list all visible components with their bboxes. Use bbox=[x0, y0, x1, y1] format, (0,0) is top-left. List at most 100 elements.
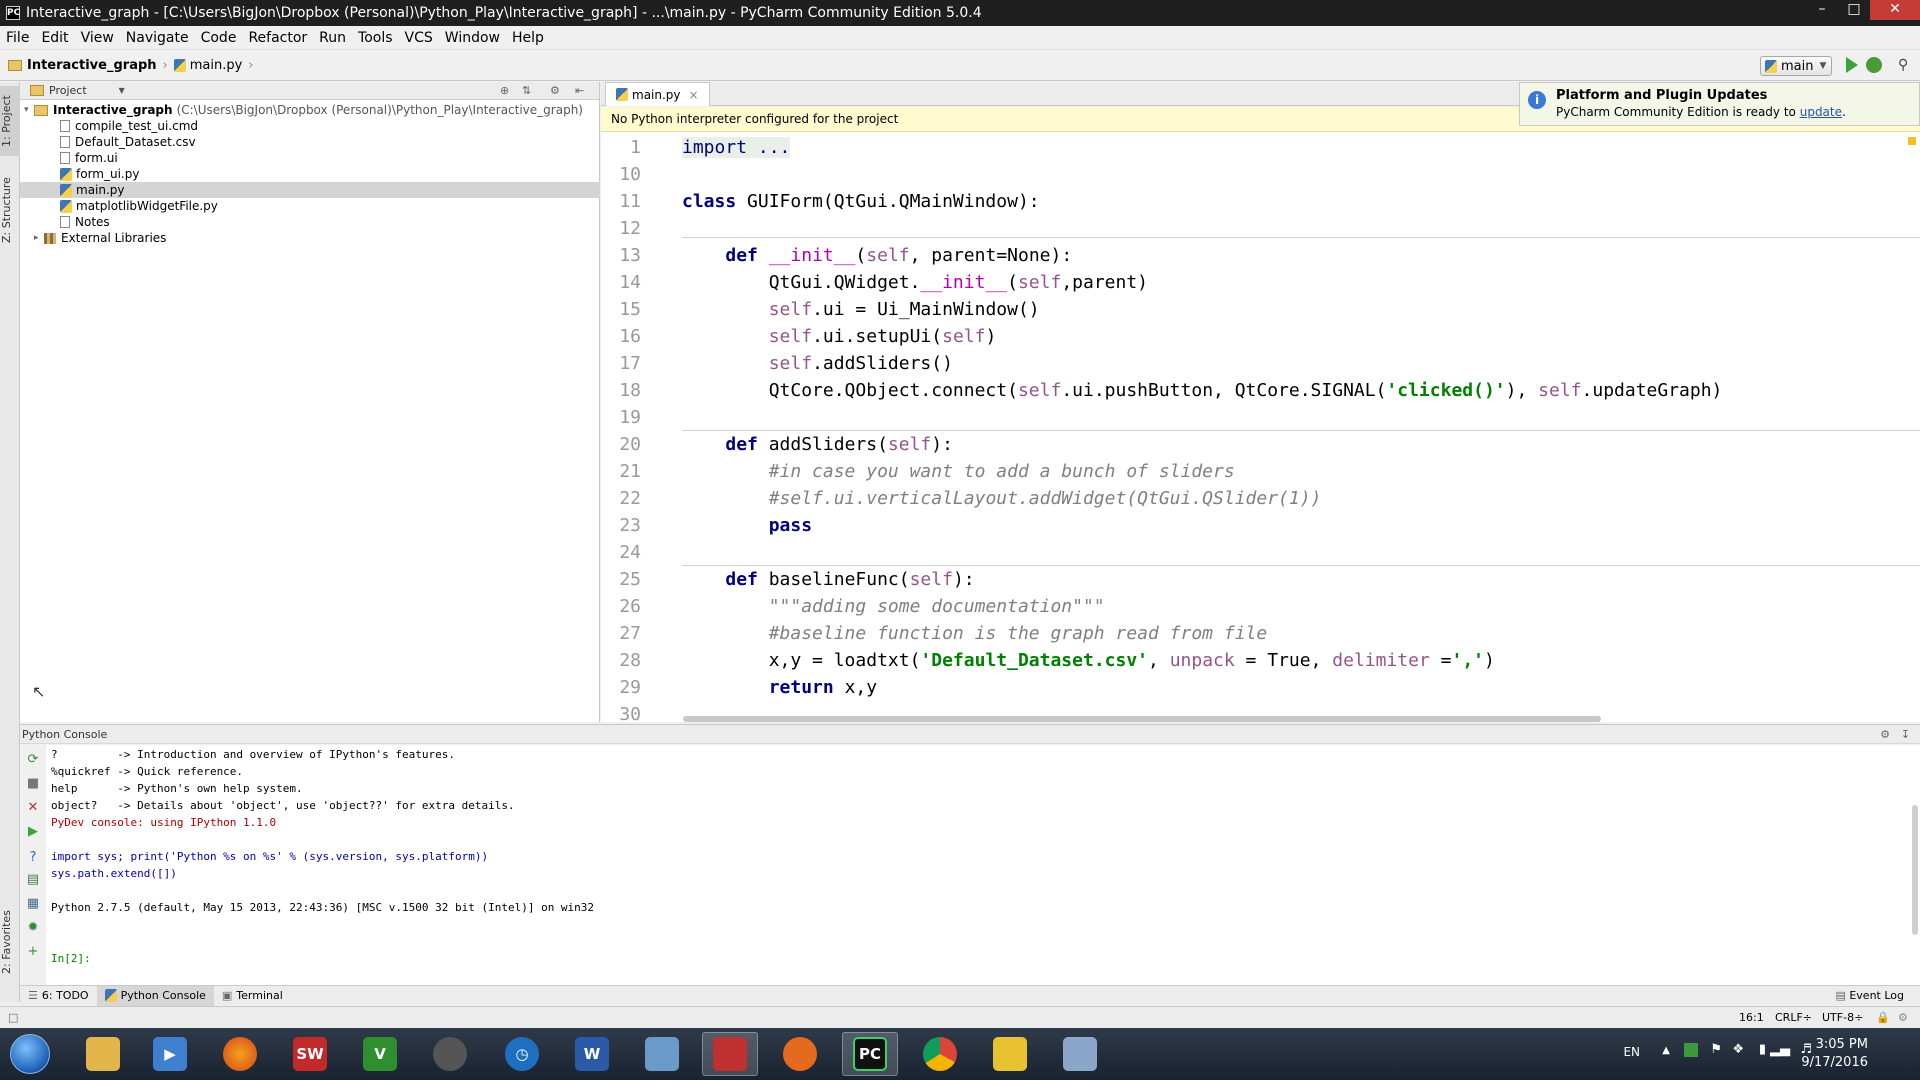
tab-structure[interactable]: Z: Structure bbox=[0, 170, 20, 250]
help-icon[interactable]: ? bbox=[26, 851, 40, 865]
tab-favorites[interactable]: 2: Favorites bbox=[0, 902, 20, 982]
menu-code[interactable]: Code bbox=[195, 30, 243, 46]
collapse-arrow-icon[interactable]: ▾ bbox=[24, 105, 34, 115]
breadcrumb-project[interactable]: Interactive_graph bbox=[27, 58, 157, 73]
horizontal-scrollbar[interactable] bbox=[683, 716, 1601, 722]
close-icon[interactable]: ✕ bbox=[26, 801, 40, 815]
add-icon[interactable]: + bbox=[26, 945, 40, 959]
sync-icon[interactable]: ⊕ bbox=[500, 84, 509, 97]
tree-item-file-selected[interactable]: main.py bbox=[20, 182, 600, 198]
update-notification[interactable]: i Platform and Plugin Updates PyCharm Co… bbox=[1519, 82, 1920, 126]
expand-arrow-icon[interactable]: ▸ bbox=[34, 233, 44, 243]
firefox-button[interactable] bbox=[212, 1032, 268, 1076]
pdf-button[interactable] bbox=[702, 1032, 758, 1076]
lock-icon[interactable]: 🔒 bbox=[1876, 1011, 1890, 1024]
pycharm-app-icon: PC bbox=[6, 6, 21, 20]
start-button[interactable] bbox=[10, 1034, 50, 1074]
console-prompt[interactable]: In[2]: bbox=[51, 952, 91, 965]
event-log-button[interactable]: ▤ Event Log bbox=[1835, 989, 1904, 1002]
line-number: 23 bbox=[619, 515, 641, 536]
explorer-button[interactable] bbox=[75, 1032, 131, 1076]
calculator-button[interactable] bbox=[1052, 1032, 1108, 1076]
settings-icon[interactable]: ▦ bbox=[26, 897, 40, 911]
menu-refactor[interactable]: Refactor bbox=[242, 30, 313, 46]
line-number: 12 bbox=[619, 218, 641, 239]
stop-icon[interactable]: ■ bbox=[26, 777, 40, 791]
variables-icon[interactable]: ▤ bbox=[26, 873, 40, 887]
tree-root[interactable]: ▾ Interactive_graph (C:\Users\BigJon\Dro… bbox=[24, 102, 583, 118]
console-line: PyDev console: using IPython 1.1.0 bbox=[51, 816, 277, 829]
close-button[interactable]: ✕ bbox=[1870, 0, 1920, 20]
media-player-button[interactable]: ▶ bbox=[142, 1032, 198, 1076]
menu-file[interactable]: File bbox=[0, 30, 35, 46]
debug-icon[interactable]: ✹ bbox=[26, 921, 40, 935]
maximize-button[interactable]: □ bbox=[1838, 0, 1870, 20]
menu-edit[interactable]: Edit bbox=[35, 30, 74, 46]
tree-item-file[interactable]: Default_Dataset.csv bbox=[60, 134, 196, 150]
breadcrumb-file[interactable]: main.py bbox=[190, 58, 243, 73]
tab-python-console[interactable]: Python Console bbox=[96, 985, 214, 1006]
debug-icon[interactable] bbox=[1866, 57, 1882, 73]
network-icon[interactable]: ▂▄ bbox=[1770, 1042, 1790, 1057]
tab-main-py[interactable]: main.py × bbox=[605, 82, 710, 106]
tree-item-file[interactable]: form.ui bbox=[60, 150, 118, 166]
tree-item-label: main.py bbox=[76, 183, 125, 197]
run-configuration-select[interactable]: main ▼ bbox=[1760, 56, 1832, 76]
image-icon bbox=[645, 1037, 679, 1071]
chrome-button[interactable] bbox=[912, 1032, 968, 1076]
tab-todo[interactable]: ☰ 6: TODO bbox=[20, 986, 97, 1006]
ubuntu-button[interactable] bbox=[772, 1032, 828, 1076]
inspector-icon[interactable]: ⚙ bbox=[1898, 1011, 1908, 1024]
solidworks-button[interactable]: SW bbox=[282, 1032, 338, 1076]
tree-external-libraries[interactable]: ▸ External Libraries bbox=[34, 230, 166, 246]
menu-help[interactable]: Help bbox=[506, 30, 550, 46]
caret-position[interactable]: 16:1 bbox=[1739, 1011, 1764, 1024]
gear-icon[interactable]: ⚙ bbox=[1880, 728, 1890, 741]
clock-app-button[interactable]: ◷ bbox=[494, 1032, 550, 1076]
menu-window[interactable]: Window bbox=[439, 30, 506, 46]
tray-app-icon[interactable] bbox=[1684, 1043, 1698, 1057]
tab-terminal[interactable]: ▣ Terminal bbox=[214, 986, 291, 1006]
collapse-icon[interactable]: ⇅ bbox=[522, 84, 531, 97]
minimize-button[interactable]: – bbox=[1806, 0, 1838, 20]
menu-navigate[interactable]: Navigate bbox=[120, 30, 195, 46]
image-viewer-button[interactable] bbox=[634, 1032, 690, 1076]
tree-item-file[interactable]: matplotlibWidgetFile.py bbox=[60, 198, 218, 214]
menu-tools[interactable]: Tools bbox=[352, 30, 399, 46]
pycharm-button[interactable]: PC bbox=[842, 1032, 898, 1076]
close-tab-icon[interactable]: × bbox=[689, 88, 699, 102]
hide-panel-icon[interactable]: ⇤ bbox=[575, 84, 584, 97]
tab-project[interactable]: 1: Project bbox=[0, 86, 20, 156]
tree-item-file[interactable]: Notes bbox=[60, 214, 110, 230]
dropbox-icon[interactable]: ❖ bbox=[1732, 1042, 1744, 1057]
hide-panel-icon[interactable]: ↧ bbox=[1901, 728, 1910, 741]
python-console[interactable]: ? -> Introduction and overview of IPytho… bbox=[46, 745, 1920, 985]
idea-button[interactable] bbox=[982, 1032, 1038, 1076]
battery-icon[interactable]: ▮ bbox=[1759, 1042, 1766, 1057]
tool-windows-icon[interactable]: □ bbox=[8, 1011, 18, 1024]
word-button[interactable]: W bbox=[564, 1032, 620, 1076]
flag-icon[interactable]: ⚑ bbox=[1710, 1042, 1722, 1057]
update-link[interactable]: update bbox=[1800, 105, 1842, 119]
app-button[interactable] bbox=[422, 1032, 478, 1076]
tray-expand-icon[interactable]: ▲ bbox=[1662, 1045, 1670, 1056]
execute-icon[interactable]: ▶ bbox=[26, 825, 40, 839]
language-indicator[interactable]: EN bbox=[1623, 1045, 1640, 1059]
search-icon[interactable]: ⚲ bbox=[1898, 57, 1914, 73]
system-clock[interactable]: 3:05 PM 9/17/2016 bbox=[1801, 1036, 1868, 1072]
vim-button[interactable]: V bbox=[352, 1032, 408, 1076]
menu-vcs[interactable]: VCS bbox=[399, 30, 439, 46]
gear-icon[interactable]: ⚙ bbox=[550, 84, 560, 97]
menu-view[interactable]: View bbox=[75, 30, 120, 46]
project-view-select[interactable]: Project bbox=[49, 84, 87, 97]
menu-run[interactable]: Run bbox=[313, 30, 352, 46]
rerun-icon[interactable]: ⟳ bbox=[26, 753, 40, 767]
code-editor[interactable]: 1 10 11 12 13 14 15 16 17 18 19 20 21 22… bbox=[601, 132, 1920, 722]
tree-item-file[interactable]: compile_test_ui.cmd bbox=[60, 118, 198, 134]
console-scrollbar[interactable] bbox=[1912, 805, 1918, 935]
tree-item-file[interactable]: form_ui.py bbox=[60, 166, 139, 182]
line-separator[interactable]: CRLF÷ bbox=[1775, 1011, 1812, 1024]
run-icon[interactable] bbox=[1846, 57, 1858, 73]
menu-bar: File Edit View Navigate Code Refactor Ru… bbox=[0, 26, 1920, 50]
file-encoding[interactable]: UTF-8÷ bbox=[1822, 1011, 1863, 1024]
